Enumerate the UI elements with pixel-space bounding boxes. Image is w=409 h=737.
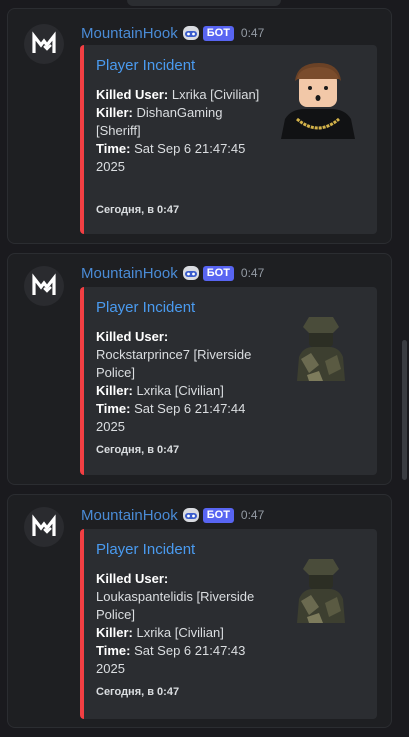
bot-app-icon xyxy=(182,266,199,280)
killer-avatar-thumbnail[interactable] xyxy=(289,313,351,383)
username[interactable]: MountainHook xyxy=(81,25,178,42)
killer-label: Killer: xyxy=(96,105,133,120)
killer-label: Killer: xyxy=(96,625,133,640)
killer-avatar-thumbnail[interactable] xyxy=(277,59,359,141)
killer-label: Killer: xyxy=(96,383,133,398)
bot-badge: БОТ xyxy=(202,265,234,281)
time-label: Time: xyxy=(96,141,131,156)
message-timestamp: 0:47 xyxy=(240,266,265,280)
killed-user-value: Loukaspantelidis [Riverside Police] xyxy=(96,589,255,622)
killed-user-label: Killed User: xyxy=(96,329,169,344)
killed-user-label: Killed User: xyxy=(96,87,169,102)
bot-badge: БОТ xyxy=(202,507,234,523)
killer-avatar-thumbnail[interactable] xyxy=(289,555,351,625)
embed-footer: Сегодня, в 0:47 xyxy=(96,686,180,698)
killed-user-label: Killed User: xyxy=(96,571,169,586)
bot-app-icon xyxy=(182,508,199,522)
mountainhook-logo-icon xyxy=(32,273,56,295)
time-label: Time: xyxy=(96,643,131,658)
message-card: MountainHook БОТ 0:47 Player Incident Ki… xyxy=(7,253,392,485)
embed-footer: Сегодня, в 0:47 xyxy=(96,204,180,216)
mountainhook-logo-icon xyxy=(32,514,56,536)
killed-user-value: Rockstarprince7 [Riverside Police] xyxy=(96,347,252,380)
embed-card: Player Incident Killed User: Lxrika [Civ… xyxy=(80,45,377,234)
embed-title: Player Incident xyxy=(96,541,196,558)
killer-value: Lxrika [Civilian] xyxy=(136,625,224,640)
time-label: Time: xyxy=(96,401,131,416)
scrollbar-thumb[interactable] xyxy=(402,340,407,480)
embed-card: Player Incident Killed User: Loukaspante… xyxy=(80,529,377,719)
message-card: MountainHook БОТ 0:47 Player Incident Ki… xyxy=(7,8,392,244)
killed-user-value: Lxrika [Civilian] xyxy=(171,87,260,102)
embed-card: Player Incident Killed User: Rockstarpri… xyxy=(80,287,377,475)
avatar[interactable] xyxy=(24,24,64,64)
embed-title: Player Incident xyxy=(96,299,196,316)
message-timestamp: 0:47 xyxy=(240,508,265,522)
embed-title: Player Incident xyxy=(96,57,196,74)
killer-value: Lxrika [Civilian] xyxy=(136,383,224,398)
message-header: MountainHook БОТ 0:47 xyxy=(81,263,264,283)
top-tab xyxy=(127,0,281,6)
avatar[interactable] xyxy=(24,507,64,547)
embed-footer: Сегодня, в 0:47 xyxy=(96,444,180,456)
embed-fields: Killed User: Lxrika [Civilian] Killer: D… xyxy=(96,86,268,176)
avatar[interactable] xyxy=(24,266,64,306)
message-timestamp: 0:47 xyxy=(240,26,265,40)
bot-badge: БОТ xyxy=(202,25,234,41)
username[interactable]: MountainHook xyxy=(81,265,178,282)
bot-app-icon xyxy=(182,26,199,40)
mountainhook-logo-icon xyxy=(32,31,56,53)
message-header: MountainHook БОТ 0:47 xyxy=(81,23,264,43)
embed-fields: Killed User: Loukaspantelidis [Riverside… xyxy=(96,570,268,678)
message-card: MountainHook БОТ 0:47 Player Incident Ki… xyxy=(7,494,392,728)
embed-fields: Killed User: Rockstarprince7 [Riverside … xyxy=(96,328,268,436)
message-header: MountainHook БОТ 0:47 xyxy=(81,505,264,525)
username[interactable]: MountainHook xyxy=(81,507,178,524)
